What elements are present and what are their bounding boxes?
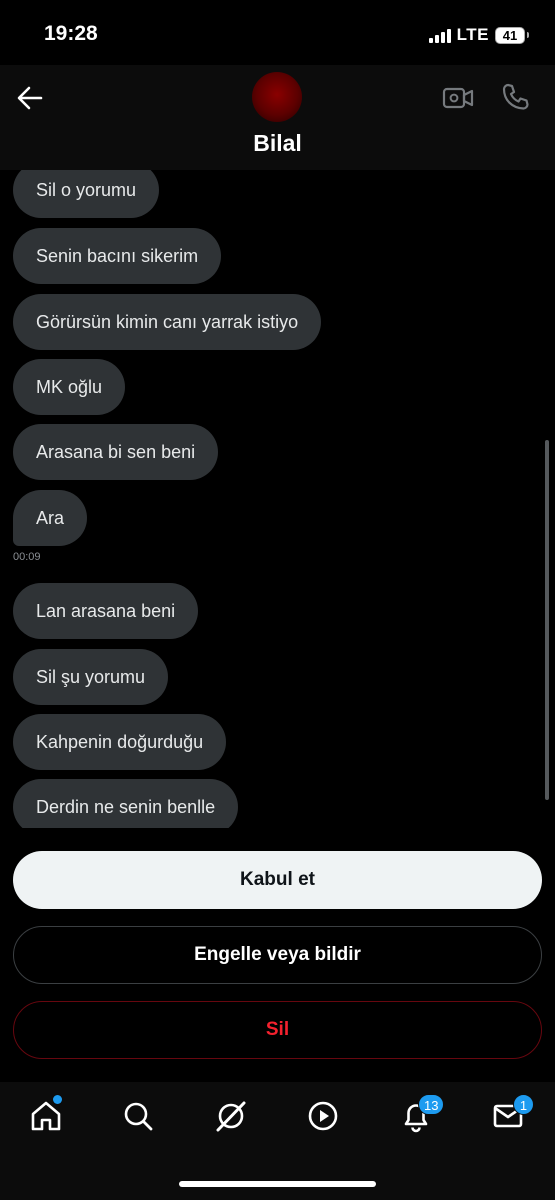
contact-name[interactable]: Bilal <box>0 130 555 157</box>
status-time: 19:28 <box>44 22 98 45</box>
message-bubble[interactable]: Arasana bi sen beni <box>13 424 219 480</box>
message-timestamp: 00:09 <box>13 551 41 563</box>
message-list[interactable]: Sil o yorumu Senin bacını sikerim Görürs… <box>0 170 555 828</box>
message-bubble[interactable]: Lan arasana beni <box>13 583 199 639</box>
message-bubble[interactable]: Senin bacını sikerim <box>13 228 222 284</box>
avatar[interactable] <box>252 72 302 122</box>
battery-icon: 41 <box>495 26 525 44</box>
back-button[interactable] <box>14 82 46 114</box>
signal-icon <box>428 27 451 43</box>
message-bubble[interactable]: Sil şu yorumu <box>13 649 169 705</box>
home-indicator[interactable] <box>179 1181 376 1187</box>
home-unread-dot <box>53 1095 62 1104</box>
message-bubble[interactable]: MK oğlu <box>13 359 126 415</box>
message-bubble[interactable]: Görürsün kimin canı yarrak istiyo <box>13 294 322 350</box>
video-call-button[interactable] <box>442 82 474 114</box>
tab-video[interactable] <box>305 1098 341 1134</box>
message-bubble[interactable]: Derdin ne senin benlle <box>13 779 239 828</box>
status-indicators: LTE 41 <box>428 24 529 46</box>
block-report-button[interactable]: Engelle veya bildir <box>13 926 542 984</box>
message-bubble[interactable]: Sil o yorumu <box>13 170 160 218</box>
message-bubble[interactable]: Kahpenin doğurduğu <box>13 714 227 770</box>
video-camera-icon <box>442 87 474 109</box>
back-arrow-icon <box>17 86 43 110</box>
network-type: LTE <box>456 25 489 44</box>
scrollbar[interactable] <box>545 440 549 800</box>
messages-badge: 1 <box>513 1094 534 1115</box>
delete-button[interactable]: Sil <box>13 1001 542 1059</box>
tab-search[interactable] <box>120 1098 156 1134</box>
video-play-icon <box>308 1101 338 1131</box>
battery-nub <box>527 32 529 38</box>
phone-call-button[interactable] <box>500 82 530 112</box>
phone-icon <box>502 83 529 110</box>
search-icon <box>124 1102 153 1131</box>
message-bubble[interactable]: Ara <box>13 490 88 546</box>
accept-button[interactable]: Kabul et <box>13 851 542 909</box>
tab-grok[interactable] <box>213 1098 249 1134</box>
notifications-badge: 13 <box>418 1094 445 1115</box>
grok-icon <box>216 1101 246 1132</box>
